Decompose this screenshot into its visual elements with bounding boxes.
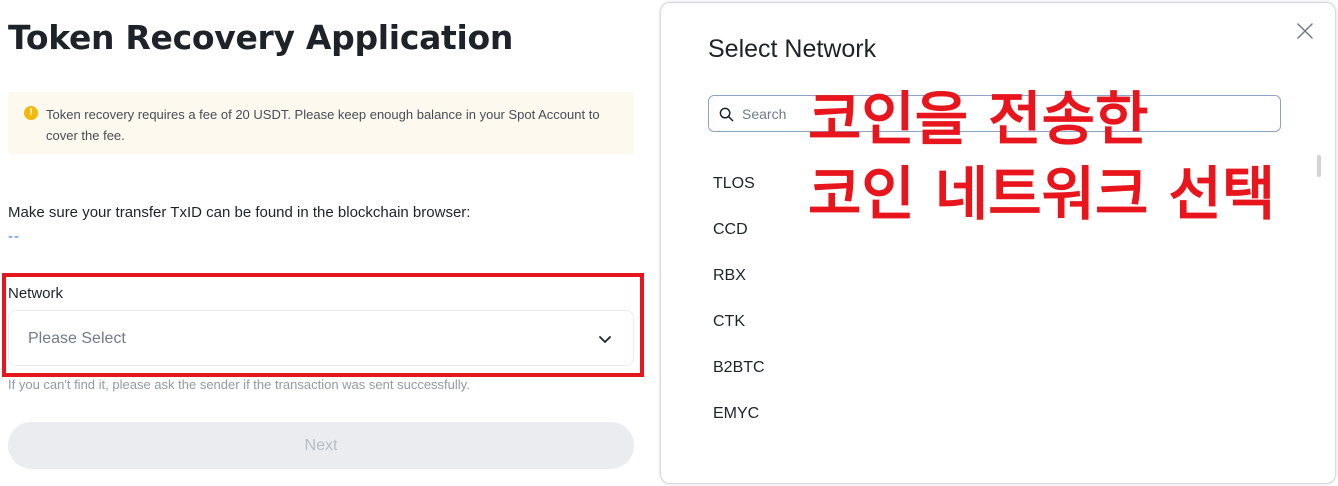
token-recovery-panel: Token Recovery Application ! Token recov… <box>0 0 660 486</box>
close-icon[interactable] <box>1295 21 1315 41</box>
page-title: Token Recovery Application <box>8 18 514 57</box>
warning-icon: ! <box>24 106 38 120</box>
network-option-b2btc[interactable]: B2BTC <box>713 349 1273 395</box>
network-option-ctk[interactable]: CTK <box>713 303 1273 349</box>
network-label: Network <box>8 285 64 302</box>
next-button[interactable]: Next <box>8 422 634 469</box>
modal-title: Select Network <box>708 35 877 63</box>
search-icon <box>719 107 734 122</box>
network-select-placeholder: Please Select <box>28 330 126 347</box>
network-option-emyc[interactable]: EMYC <box>713 395 1273 441</box>
annotation-line-1: 코인을 전송한 <box>808 85 1149 153</box>
network-select[interactable]: Please Select <box>8 310 634 366</box>
list-scrollbar[interactable] <box>1317 155 1321 177</box>
network-option-rbx[interactable]: RBX <box>713 257 1273 303</box>
fee-notice-text: Token recovery requires a fee of 20 USDT… <box>46 107 600 143</box>
fee-notice: ! Token recovery requires a fee of 20 US… <box>8 92 634 154</box>
annotation-line-2: 코인 네트워크 선택 <box>808 160 1276 228</box>
txid-instruction: Make sure your transfer TxID can be foun… <box>8 204 471 221</box>
chevron-down-icon <box>599 336 611 343</box>
txid-value: -- <box>8 228 20 245</box>
select-network-modal: Select Network TLOS CCD RBX CTK B2BTC EM… <box>660 2 1336 484</box>
network-hint: If you can't find it, please ask the sen… <box>8 377 470 392</box>
